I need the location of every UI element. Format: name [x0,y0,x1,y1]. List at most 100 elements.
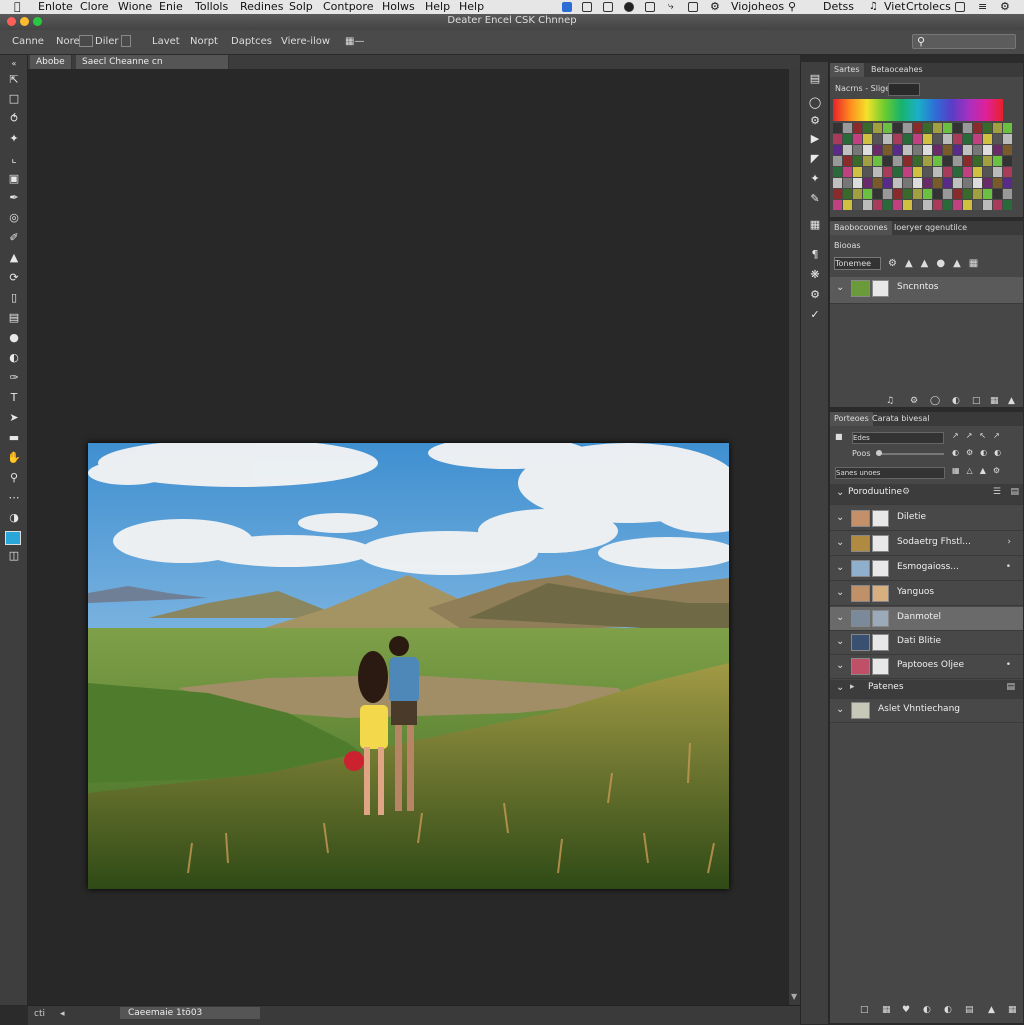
swatch-cell[interactable] [883,167,892,177]
swatch-cell[interactable] [933,123,942,133]
brush-settings-icon[interactable]: ◯ [807,96,823,110]
mask-icon[interactable]: ◯ [930,396,940,406]
swatch-cell[interactable] [863,145,872,155]
swatch-cell[interactable] [873,145,882,155]
swatch-cell[interactable] [1003,167,1012,177]
layer-row[interactable]: ⌄ Paptooes Oljee • [830,655,1023,679]
swatch-cell[interactable] [863,178,872,188]
swatch-cell[interactable] [913,145,922,155]
options-item[interactable]: Diler [95,36,119,47]
swatch-cell[interactable] [973,167,982,177]
swatch-cell[interactable] [943,200,952,210]
gradient-tool-icon[interactable]: ▤ [6,311,22,325]
swatch-cell[interactable] [863,189,872,199]
swatch-cell[interactable] [903,178,912,188]
search-icon[interactable]: ⚲ [788,0,796,14]
swatch-cell[interactable] [933,156,942,166]
swatch-cell[interactable] [953,123,962,133]
swatch-cell[interactable] [943,123,952,133]
swatch-cell[interactable] [943,178,952,188]
tab-swatches[interactable]: Sartes [830,63,864,77]
swatch-cell[interactable] [883,134,892,144]
foreground-color-swatch[interactable] [5,531,21,545]
spectrum-bar[interactable] [833,99,1003,121]
pen-tool-icon[interactable]: ✑ [6,371,22,385]
swatch-cell[interactable] [953,156,962,166]
arrow-left-icon[interactable]: ◂ [60,1009,65,1019]
swatch-cell[interactable] [983,123,992,133]
swatch-cell[interactable] [853,178,862,188]
swatch-cell[interactable] [853,145,862,155]
swatch-cell[interactable] [883,156,892,166]
swatch-cell[interactable] [993,167,1002,177]
dodge-tool-icon[interactable]: ◐ [6,351,22,365]
swatch-cell[interactable] [873,134,882,144]
battery-icon[interactable] [955,2,965,12]
swatch-cell[interactable] [1003,178,1012,188]
group-options-icon[interactable]: ▤ [1006,682,1015,692]
settings-icon[interactable]: ⚙ [902,487,910,497]
menu-extra-label[interactable]: Viet [884,0,905,14]
trash-icon[interactable]: ▲ [988,1005,995,1015]
swatch-cell[interactable] [883,189,892,199]
swatch-cell[interactable] [833,200,842,210]
swatch-cell[interactable] [923,189,932,199]
visibility-icon[interactable]: ⌄ [836,537,844,548]
swatch-cell[interactable] [953,178,962,188]
marquee-tool-icon[interactable]: □ [6,92,22,106]
crop-tool-icon[interactable]: ⌞ [6,152,22,166]
layer-name[interactable]: Diletie [897,512,926,522]
stamp-tool-icon[interactable]: ▲ [6,251,22,265]
swatch-cell[interactable] [963,123,972,133]
swatch-cell[interactable] [993,123,1002,133]
swatch-cell[interactable] [893,178,902,188]
link-icon[interactable]: ♫ [886,396,894,406]
doc-tab-active[interactable]: Saecl Cheanne cn Innnyeuthon [76,55,229,81]
swatch-cell[interactable] [863,156,872,166]
swatch-cell[interactable] [983,189,992,199]
info-icon[interactable]: ✎ [807,192,823,206]
swatch-cell[interactable] [833,156,842,166]
layer-name[interactable]: Danmotel [897,612,941,622]
adjust-icons[interactable]: ◐⚙◐◐ [952,448,1008,457]
align-icon[interactable]: ▦— [345,36,364,47]
eyedropper-icon[interactable]: ✒ [6,191,22,205]
menu-extra-label[interactable]: Crtolecs [906,0,951,14]
layer-row-selected[interactable]: ⌄ Danmotel [830,607,1023,631]
swatch-cell[interactable] [923,145,932,155]
card-icon[interactable] [688,2,698,12]
gear-icon[interactable]: ⚙ [710,0,720,14]
swatch-cell[interactable] [953,134,962,144]
type-tool-icon[interactable]: T [6,391,22,405]
transform-icons[interactable]: ↗↗↖↗ [952,431,1007,440]
swatch-cell[interactable] [883,123,892,133]
adjust-layer-icon[interactable]: ◐ [952,396,960,406]
swatch-cell[interactable] [943,189,952,199]
swatch-cell[interactable] [843,200,852,210]
layer-name[interactable]: Esmogaioss... [897,562,959,572]
swatch-cell[interactable] [983,145,992,155]
menu-item[interactable]: Tollols [195,0,228,14]
paragraph-icon[interactable]: ¶ [807,248,823,262]
swatch-cell[interactable] [843,134,852,144]
lasso-tool-icon[interactable]: ⥀ [6,112,22,126]
layer-row[interactable]: ⌄ Esmogaioss... • [830,557,1023,581]
swatch-cell[interactable] [873,167,882,177]
layer-row[interactable]: ⌄ Aslet Vhntiechang [830,699,1023,723]
swatch-cell[interactable] [893,145,902,155]
swatch-cell[interactable] [903,189,912,199]
chevron-down-icon[interactable]: ⌄ [836,682,844,693]
swatch-cell[interactable] [843,167,852,177]
swatch-cell[interactable] [843,178,852,188]
swatch-cell[interactable] [913,123,922,133]
grid-icon[interactable] [582,2,592,12]
swatch-cell[interactable] [893,123,902,133]
swatch-cell[interactable] [923,167,932,177]
swatch-cell[interactable] [873,123,882,133]
glyphs-icon[interactable]: ❋ [807,268,823,282]
quick-select-icon[interactable]: ✦ [6,132,22,146]
swatch-cell[interactable] [983,134,992,144]
swatch-cell[interactable] [873,178,882,188]
eraser-tool-icon[interactable]: ▯ [6,291,22,305]
chevron-down-icon[interactable]: ⌄ [836,487,844,498]
